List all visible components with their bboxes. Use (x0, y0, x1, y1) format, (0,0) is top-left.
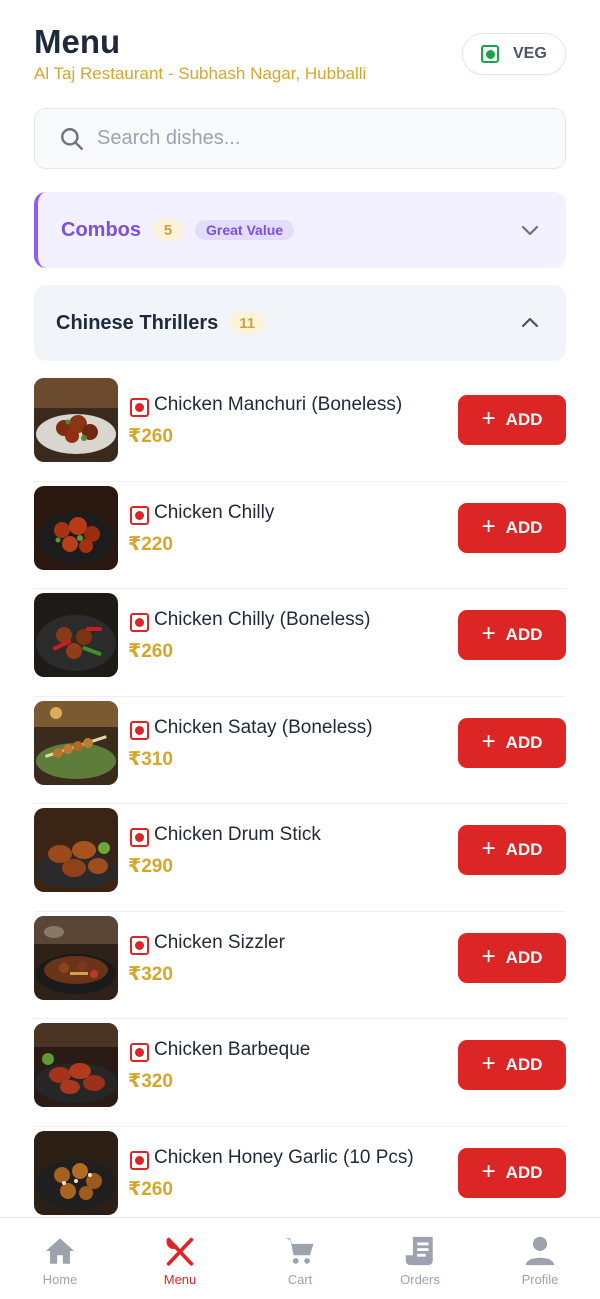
plus-icon: + (481, 1157, 496, 1185)
non-veg-icon (130, 1043, 149, 1062)
menu-item: Chicken Sizzler ₹320 + ADD (34, 912, 566, 1019)
menu-item-list: Chicken Manchuri (Boneless) ₹260 + ADD Ch… (34, 374, 566, 1234)
dish-image (34, 700, 118, 785)
dish-name: Chicken Honey Garlic (10 Pcs) (154, 1146, 414, 1168)
add-button[interactable]: + ADD (458, 932, 566, 983)
veg-filter-toggle[interactable]: VEG (462, 33, 566, 75)
receipt-icon (405, 1236, 433, 1266)
chevron-down-icon[interactable] (520, 220, 540, 240)
search-icon (61, 127, 83, 150)
menu-item: Chicken Manchuri (Boneless) ₹260 + ADD (34, 374, 566, 482)
dish-image (34, 485, 118, 570)
nav-label: Home (42, 1272, 78, 1287)
home-icon (45, 1238, 75, 1264)
nav-label: Menu (163, 1272, 197, 1287)
add-label: ADD (505, 1162, 543, 1182)
add-button[interactable]: + ADD (458, 502, 566, 553)
chevron-up-icon[interactable] (520, 313, 540, 333)
menu-item: Chicken Chilly ₹220 + ADD (34, 482, 566, 589)
search-input[interactable] (97, 127, 517, 150)
dish-name: Chicken Chilly (154, 501, 275, 523)
nav-home[interactable]: Home (0, 1218, 120, 1299)
dish-price: ₹310 (128, 748, 173, 770)
cart-icon (285, 1238, 314, 1264)
add-label: ADD (505, 625, 543, 644)
plus-icon: + (481, 835, 496, 862)
add-label: ADD (505, 732, 543, 752)
plus-icon: + (481, 620, 496, 647)
plus-icon: + (481, 727, 496, 755)
add-button[interactable]: + ADD (458, 717, 566, 768)
dish-name: Chicken Satay (Boneless) (154, 716, 373, 738)
nav-cart[interactable]: Cart (240, 1218, 360, 1299)
nav-orders[interactable]: Orders (360, 1218, 480, 1299)
dish-name: Chicken Chilly (Boneless) (154, 609, 371, 630)
dish-name: Chicken Manchuri (Boneless) (154, 394, 403, 415)
plus-icon: + (481, 405, 496, 432)
plus-icon: + (481, 512, 496, 540)
dish-price: ₹290 (128, 856, 173, 877)
add-label: ADD (505, 1055, 543, 1074)
non-veg-icon (130, 935, 149, 955)
dish-name: Chicken Sizzler (154, 931, 285, 953)
section-title: Chinese Thrillers (56, 311, 219, 334)
section-title: Combos (61, 218, 141, 241)
nav-profile[interactable]: Profile (480, 1218, 600, 1299)
dish-price: ₹260 (128, 1178, 173, 1200)
dish-name: Chicken Drum Stick (154, 824, 321, 845)
nav-label: Orders (400, 1272, 440, 1287)
dish-image (34, 915, 118, 1000)
dish-name: Chicken Barbeque (154, 1039, 311, 1060)
dish-image (34, 1023, 118, 1107)
dish-image (34, 593, 118, 677)
add-label: ADD (505, 840, 543, 859)
nav-label: Cart (287, 1272, 313, 1287)
nav-menu[interactable]: Menu (120, 1218, 240, 1299)
add-button[interactable]: + ADD (458, 395, 566, 445)
non-veg-icon (130, 1150, 149, 1170)
add-button[interactable]: + ADD (458, 610, 566, 660)
bottom-nav: Home Menu Cart Orders Profile (0, 1217, 600, 1299)
section-combos[interactable]: Combos 5 Great Value (34, 192, 566, 268)
menu-item: Chicken Chilly (Boneless) ₹260 + ADD (34, 589, 566, 697)
dish-price: ₹320 (128, 1071, 173, 1092)
add-label: ADD (505, 517, 543, 537)
nav-label: Profile (521, 1272, 559, 1287)
dish-price: ₹260 (128, 641, 173, 662)
veg-icon (481, 45, 499, 63)
menu-item: Chicken Drum Stick ₹290 + ADD (34, 804, 566, 912)
dish-image (34, 808, 118, 892)
dish-price: ₹320 (128, 963, 173, 985)
non-veg-icon (130, 828, 149, 847)
user-icon (525, 1236, 555, 1266)
dish-image (34, 378, 118, 462)
plus-icon: + (481, 1050, 496, 1077)
non-veg-icon (130, 720, 149, 740)
section-chinese-thrillers[interactable]: Chinese Thrillers 11 (34, 285, 566, 361)
add-button[interactable]: + ADD (458, 825, 566, 875)
add-label: ADD (505, 410, 543, 429)
non-veg-icon (130, 398, 149, 417)
item-count-badge: 5 (153, 219, 183, 241)
veg-toggle-label: VEG (513, 45, 547, 62)
non-veg-icon (130, 505, 149, 525)
menu-item: Chicken Satay (Boneless) ₹310 + ADD (34, 697, 566, 804)
great-value-tag: Great Value (195, 220, 295, 240)
non-veg-icon (130, 613, 149, 632)
add-label: ADD (505, 947, 543, 967)
add-button[interactable]: + ADD (458, 1147, 566, 1198)
add-button[interactable]: + ADD (458, 1040, 566, 1090)
item-count-badge: 11 (230, 312, 265, 334)
search-bar[interactable] (34, 108, 566, 169)
dish-price: ₹220 (128, 533, 173, 555)
plus-icon: + (481, 942, 496, 970)
header: Menu Al Taj Restaurant - Subhash Nagar, … (34, 22, 566, 92)
fork-knife-icon (166, 1237, 194, 1266)
dish-image (34, 1130, 118, 1215)
dish-price: ₹260 (128, 426, 173, 447)
menu-item: Chicken Barbeque ₹320 + ADD (34, 1019, 566, 1127)
